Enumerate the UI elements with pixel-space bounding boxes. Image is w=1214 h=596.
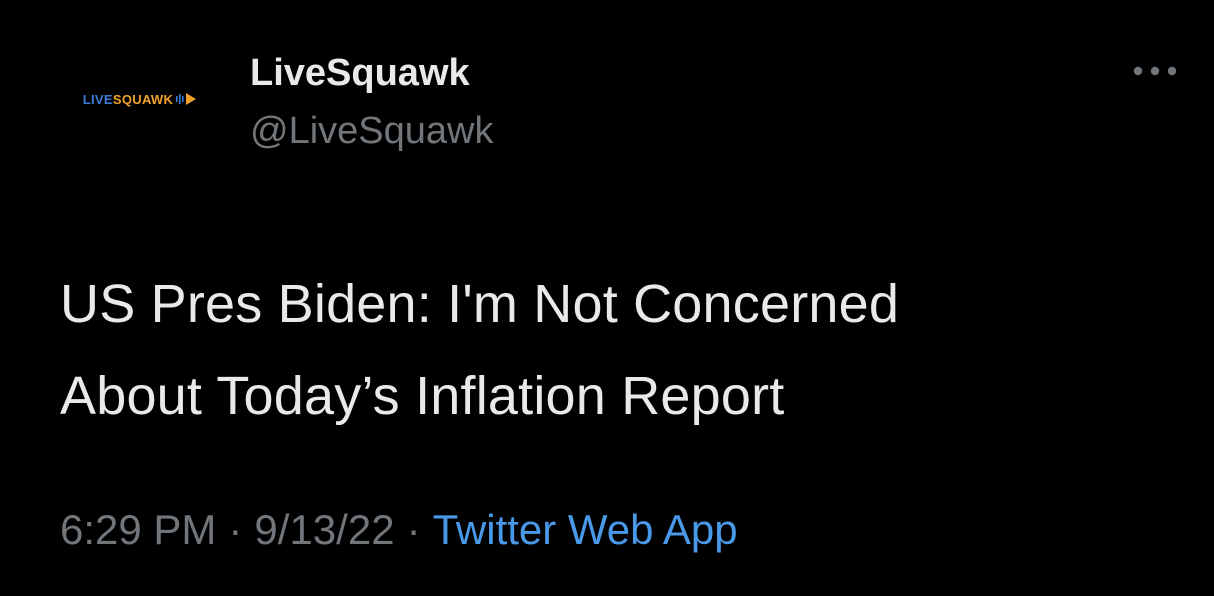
author-avatar[interactable]: LIVE SQUAWK [50,54,230,144]
tweet-text-line: US Pres Biden: I'm Not Concerned [60,274,900,334]
tweet-detail: LIVE SQUAWK LiveSquawk @LiveSquawk US Pre… [0,0,1214,596]
tweet-time[interactable]: 6:29 PM [60,506,216,553]
tweet-metadata: 6:29 PM · 9/13/22 · Twitter Web App [60,500,738,560]
tweet-text: US Pres Biden: I'm Not Concerned About T… [60,258,1180,442]
tweet-text-line: About Today’s Inflation Report [60,366,785,426]
logo-text-live: LIVE [82,91,113,107]
more-options-button[interactable] [1128,52,1182,90]
author-display-name[interactable]: LiveSquawk [250,50,470,96]
tweet-source-link[interactable]: Twitter Web App [433,506,738,553]
tweet-date[interactable]: 9/13/22 [254,506,394,553]
author-handle[interactable]: @LiveSquawk [250,108,493,154]
speaker-play-icon [176,93,197,105]
meta-separator: · [406,506,421,553]
logo-text-squawk: SQUAWK [112,91,174,107]
livesquawk-logo: LIVE SQUAWK [83,92,197,107]
meta-separator: · [228,506,243,553]
more-horizontal-icon [1133,66,1177,76]
